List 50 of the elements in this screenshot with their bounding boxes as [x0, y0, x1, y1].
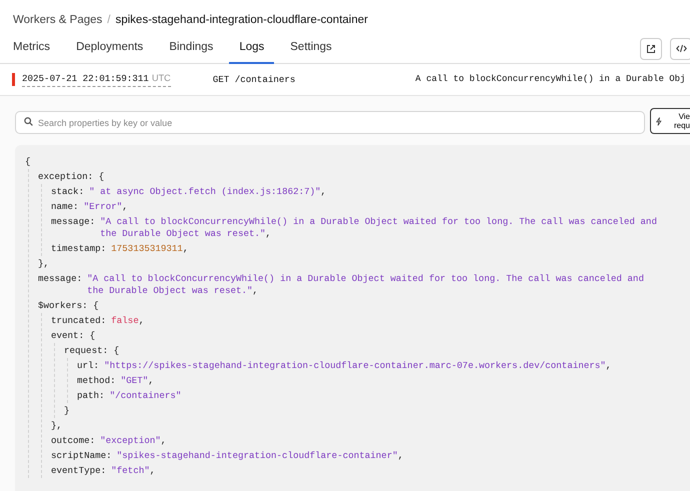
- view-request-button[interactable]: Vie requ: [650, 108, 690, 134]
- tab[interactable]: Bindings: [159, 34, 224, 64]
- property-key: message:: [38, 272, 82, 296]
- property-key: url:: [77, 360, 100, 372]
- property-value: "exception",: [100, 434, 166, 446]
- property-value: "A call to blockConcurrencyWhile() in a Durable Object waited for too long. The call was canceled and the Durable Object was reset.",: [87, 272, 645, 296]
- external-link-button[interactable]: [640, 38, 662, 60]
- property-value: "https://spikes-stagehand-integration-cloudflare-container.marc-07e.workers.dev/containers",: [104, 360, 612, 372]
- property-key: scriptName:: [51, 450, 112, 462]
- property-key: stack:: [51, 186, 84, 198]
- lightning-icon: [656, 116, 662, 126]
- property-key: outcome:: [51, 434, 96, 446]
- code-line: event: {: [51, 330, 96, 342]
- code-line: }: [64, 404, 70, 416]
- search-field[interactable]: Search properties by key or value: [15, 111, 645, 134]
- property-value: "Error",: [84, 200, 128, 212]
- log-timestamp[interactable]: 2025-07-21 22:01:59:311 UTC: [22, 72, 171, 87]
- breadcrumb-separator: /: [107, 14, 110, 26]
- property-value: "A call to blockConcurrencyWhile() in a Durable Object waited for too long. The call was canceled and the Durable Object was reset.",: [100, 216, 658, 240]
- page-title: spikes-stagehand-integration-cloudflare-container: [115, 14, 368, 26]
- tab[interactable]: Deployments: [66, 34, 154, 64]
- code-line: {: [25, 156, 31, 168]
- property-key: eventType:: [51, 464, 106, 476]
- code-line: exception: {: [38, 170, 104, 182]
- property-key: timestamp:: [51, 242, 106, 254]
- property-value: "fetch",: [111, 464, 156, 476]
- code-icon: [676, 44, 686, 53]
- code-button[interactable]: [670, 38, 690, 60]
- property-value: "/containers": [110, 390, 182, 402]
- code-line: },: [51, 420, 62, 432]
- tab[interactable]: Metrics: [13, 34, 60, 64]
- breadcrumb-link[interactable]: Workers & Pages: [13, 14, 102, 26]
- property-value: "spikes-stagehand-integration-cloudflare-container",: [116, 450, 404, 462]
- property-value: " at async Object.fetch (index.js:1862:7)",: [89, 186, 326, 198]
- property-value: 1753135319311,: [111, 242, 188, 254]
- log-message: A call to blockConcurrencyWhile() in a Durable Obj: [415, 72, 686, 86]
- code-line: },: [38, 258, 50, 270]
- property-value: false,: [111, 314, 144, 326]
- tab[interactable]: Settings: [280, 34, 342, 64]
- property-key: truncated:: [51, 314, 106, 326]
- property-key: message:: [51, 216, 96, 240]
- property-value: "GET",: [120, 374, 154, 386]
- tab[interactable]: Logs: [229, 34, 274, 64]
- property-key: path:: [77, 390, 105, 402]
- request-path: GET /containers: [212, 72, 296, 86]
- code-line: request: {: [64, 344, 120, 356]
- property-key: method:: [77, 374, 116, 386]
- external-link-icon: [646, 44, 656, 54]
- property-key: name:: [51, 200, 79, 212]
- code-line: $workers: {: [38, 300, 99, 312]
